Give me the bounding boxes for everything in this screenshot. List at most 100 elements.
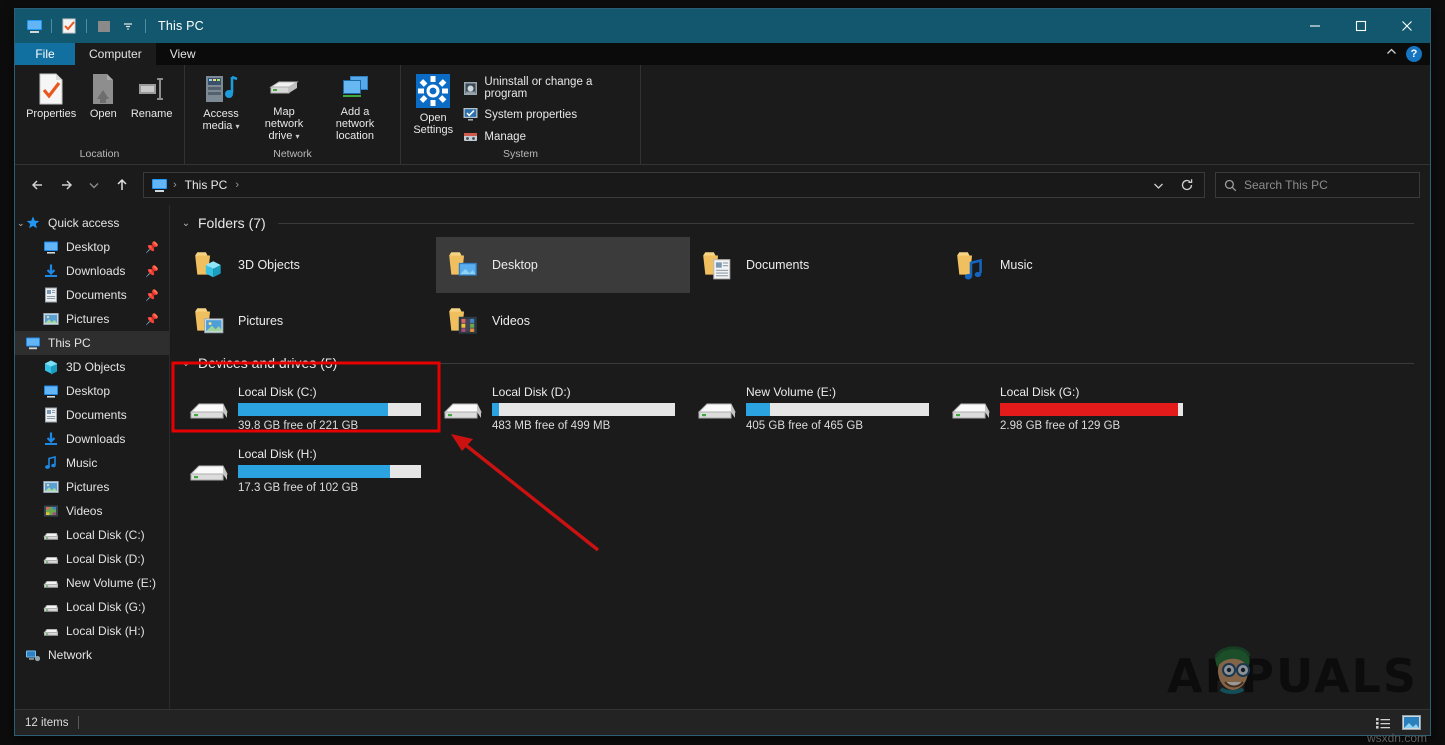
system-properties-item[interactable]: System properties <box>459 106 626 123</box>
tab-file[interactable]: File <box>15 43 75 65</box>
system-properties-icon <box>463 107 478 122</box>
folder-tile[interactable]: Music <box>944 237 1198 293</box>
drive-usage-bar <box>492 403 675 416</box>
desktop-icon <box>43 383 59 399</box>
drive-icon <box>950 392 992 424</box>
sidebar-item-documents[interactable]: Documents <box>15 403 169 427</box>
drive-tile[interactable]: Local Disk (G:)2.98 GB free of 129 GB <box>944 377 1198 439</box>
drives-grid: Local Disk (C:)39.8 GB free of 221 GBLoc… <box>170 373 1430 501</box>
chevron-down-icon-2[interactable]: ▾ <box>295 132 299 141</box>
drive-icon <box>188 454 230 486</box>
properties-icon <box>36 73 66 105</box>
sidebar-item-downloads[interactable]: Downloads <box>15 427 169 451</box>
drive-tile[interactable]: Local Disk (D:)483 MB free of 499 MB <box>436 377 690 439</box>
pin-icon[interactable]: 📌 <box>145 289 159 302</box>
tab-computer[interactable]: Computer <box>75 43 156 65</box>
forward-button[interactable] <box>53 172 79 198</box>
up-button[interactable] <box>109 172 135 198</box>
folder-label: Documents <box>746 258 809 272</box>
maximize-button[interactable] <box>1338 9 1384 43</box>
drive-label: Local Disk (H:) <box>238 447 430 461</box>
add-network-location-button[interactable]: Add a network location <box>319 71 391 144</box>
sidebar-item-local-disk-c[interactable]: Local Disk (C:) <box>15 523 169 547</box>
view-mode-buttons <box>1372 713 1422 733</box>
sidebar-item-desktop[interactable]: Desktop <box>15 379 169 403</box>
chevron-down-icon[interactable]: ▾ <box>236 122 240 131</box>
address-box[interactable]: › This PC › <box>143 172 1205 198</box>
drive-tile[interactable]: Local Disk (C:)39.8 GB free of 221 GB <box>182 377 436 439</box>
sidebar-item-quick-access[interactable]: ⌄Quick access <box>15 211 169 235</box>
star-icon <box>25 215 41 231</box>
this-pc-icon <box>25 335 41 351</box>
ribbon-group-system: Open Settings Uninstall or change a prog… <box>401 65 641 164</box>
large-icons-view-icon[interactable] <box>1400 713 1422 733</box>
sidebar-item-documents[interactable]: Documents📌 <box>15 283 169 307</box>
chevron-down-icon-folders[interactable]: ⌄ <box>180 218 192 229</box>
folder-tile[interactable]: Desktop <box>436 237 690 293</box>
folder-icon[interactable] <box>93 15 115 37</box>
pin-icon[interactable]: 📌 <box>145 265 159 278</box>
folder-tile[interactable]: Pictures <box>182 293 436 349</box>
chevron-down-icon-drives[interactable]: ⌄ <box>180 358 192 369</box>
rename-button[interactable]: Rename <box>127 71 176 122</box>
help-button[interactable]: ? <box>1406 46 1422 62</box>
minimize-button[interactable] <box>1292 9 1338 43</box>
drive-usage-fill <box>238 403 388 416</box>
sidebar-item-label: Videos <box>66 504 102 518</box>
sidebar-item-this-pc[interactable]: This PC <box>15 331 169 355</box>
properties-icon[interactable] <box>58 15 80 37</box>
map-network-drive-button[interactable]: Map network drive ▾ <box>249 71 319 145</box>
close-button[interactable] <box>1384 9 1430 43</box>
breadcrumb-separator-1[interactable]: › <box>235 179 239 191</box>
address-dropdown-button[interactable] <box>1145 173 1171 197</box>
sidebar-item-local-disk-d[interactable]: Local Disk (D:) <box>15 547 169 571</box>
sidebar-item-desktop[interactable]: Desktop 📌 <box>15 235 169 259</box>
customize-caret-icon[interactable] <box>117 15 139 37</box>
sidebar-item-music[interactable]: Music <box>15 451 169 475</box>
details-view-icon[interactable] <box>1372 713 1394 733</box>
sidebar-item-local-disk-h[interactable]: Local Disk (H:) <box>15 619 169 643</box>
open-settings-button[interactable]: Open Settings <box>409 71 457 138</box>
access-media-button[interactable]: Access media ▾ <box>193 71 249 135</box>
open-button[interactable]: Open <box>79 71 127 122</box>
drive-tile[interactable]: New Volume (E:)405 GB free of 465 GB <box>690 377 944 439</box>
explorer-body: ⌄Quick accessDesktop📌Downloads📌Documents… <box>15 205 1430 709</box>
sidebar-item-local-disk-g[interactable]: Local Disk (G:) <box>15 595 169 619</box>
sidebar-item-3d-objects[interactable]: 3D Objects <box>15 355 169 379</box>
search-box[interactable]: Search This PC <box>1215 172 1420 198</box>
sidebar-item-videos[interactable]: Videos <box>15 499 169 523</box>
sidebar-item-pictures[interactable]: Pictures📌 <box>15 307 169 331</box>
status-item-count: 12 items <box>25 717 68 729</box>
sidebar-item-network[interactable]: Network <box>15 643 169 667</box>
sidebar-item-downloads[interactable]: Downloads📌 <box>15 259 169 283</box>
search-input[interactable]: Search This PC <box>1244 178 1328 192</box>
sidebar-item-label: Music <box>66 456 97 470</box>
folder-tile[interactable]: Videos <box>436 293 690 349</box>
folder-tile[interactable]: Documents <box>690 237 944 293</box>
uninstall-program-item[interactable]: Uninstall or change a program <box>459 75 626 101</box>
this-pc-icon[interactable] <box>23 15 45 37</box>
drive-tile[interactable]: Local Disk (H:)17.3 GB free of 102 GB <box>182 439 436 501</box>
refresh-button[interactable] <box>1174 173 1200 197</box>
breadcrumb-this-pc[interactable]: This PC <box>180 176 233 194</box>
back-button[interactable] <box>25 172 51 198</box>
chevron-up-icon[interactable] <box>1385 45 1398 63</box>
folder-tile[interactable]: 3D Objects <box>182 237 436 293</box>
ribbon-tab-right-controls: ? <box>1385 43 1426 65</box>
sidebar-item-label: Desktop <box>66 240 110 254</box>
pin-icon[interactable]: 📌 <box>145 241 159 254</box>
manage-item[interactable]: Manage <box>459 128 626 145</box>
sidebar-item-new-volume-e[interactable]: New Volume (E:) <box>15 571 169 595</box>
open-settings-label: Open Settings <box>413 112 453 136</box>
folders-section-header[interactable]: ⌄ Folders (7) <box>170 213 1430 233</box>
tab-view[interactable]: View <box>156 43 210 65</box>
sidebar-item-pictures[interactable]: Pictures <box>15 475 169 499</box>
properties-button[interactable]: Properties <box>23 71 79 122</box>
drives-section-header[interactable]: ⌄ Devices and drives (5) <box>170 353 1430 373</box>
breadcrumb-separator-0[interactable]: › <box>173 179 177 191</box>
chevron-down-icon-quick-access[interactable]: ⌄ <box>17 218 25 229</box>
add-network-location-label: Add a network location <box>325 106 385 142</box>
recent-locations-button[interactable] <box>81 172 107 198</box>
pin-icon[interactable]: 📌 <box>145 313 159 326</box>
drive-label: New Volume (E:) <box>746 385 938 399</box>
